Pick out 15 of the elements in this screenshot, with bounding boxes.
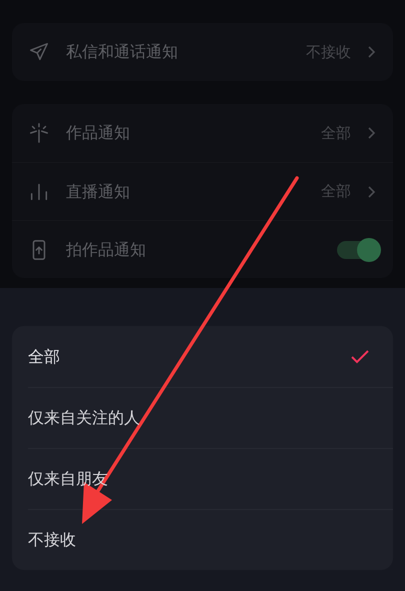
chevron-right-icon: [367, 126, 377, 140]
option-item[interactable]: 仅来自关注的人: [28, 387, 393, 448]
checkmark-icon: [351, 350, 369, 364]
chevron-right-icon: [367, 45, 377, 59]
row-value: 全部: [321, 122, 351, 144]
chevron-right-icon: [367, 184, 377, 198]
row-value: 全部: [321, 181, 351, 202]
sparkle-icon: [28, 122, 50, 144]
option-item[interactable]: 全部: [28, 326, 393, 387]
row-label: 拍作品通知: [66, 238, 147, 260]
row-label: 私信和通话通知: [66, 41, 179, 63]
paper-plane-icon: [28, 41, 50, 63]
row-label: 作品通知: [66, 122, 131, 144]
row-value: 不接收: [306, 42, 351, 63]
row-label: 直播通知: [66, 180, 131, 202]
